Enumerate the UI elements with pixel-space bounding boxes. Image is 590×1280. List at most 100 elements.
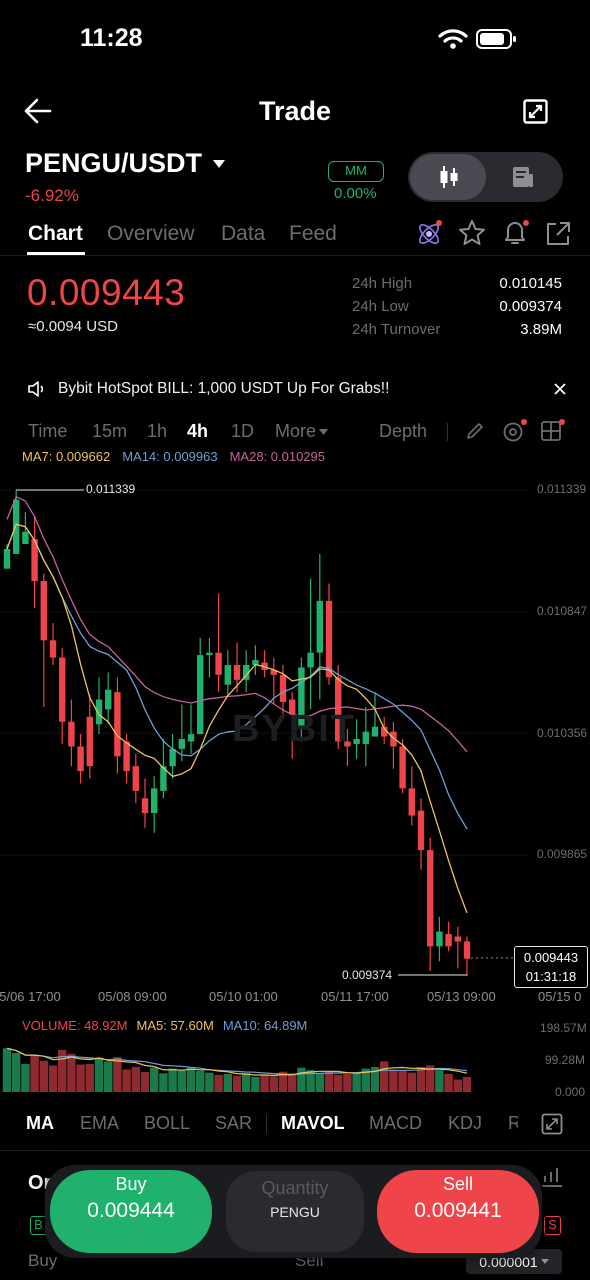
volume-bar-47 xyxy=(435,1070,444,1092)
mm-badge[interactable]: MM xyxy=(328,161,384,182)
volume-bar-29 xyxy=(269,1076,278,1092)
candle-body-46 xyxy=(427,850,434,947)
candle-body-20 xyxy=(187,734,195,742)
volume-bar-12 xyxy=(113,1057,122,1092)
sell-button[interactable]: Sell 0.009441 xyxy=(377,1170,539,1253)
volume-bar-36 xyxy=(334,1074,343,1092)
volume-bar-35 xyxy=(324,1071,334,1092)
layout-grid-icon[interactable] xyxy=(540,418,566,444)
status-time: 11:28 xyxy=(80,24,143,52)
volume-bar-0 xyxy=(2,1048,12,1092)
volume-bar-32 xyxy=(297,1067,306,1092)
volume-bar-1 xyxy=(12,1052,21,1092)
expand-icon[interactable] xyxy=(541,1113,563,1135)
fullscreen-icon[interactable] xyxy=(523,99,548,124)
volume-bar-19 xyxy=(177,1069,186,1092)
chevron-down-icon xyxy=(213,159,226,168)
indicator-divider-line xyxy=(0,1150,590,1151)
depth-button[interactable]: Depth xyxy=(379,421,427,442)
candle-view-button[interactable] xyxy=(410,154,486,200)
candle-body-47 xyxy=(436,931,443,947)
indicator-mavol[interactable]: MAVOL xyxy=(281,1113,345,1134)
sell-ratio-badge: S xyxy=(544,1216,561,1235)
quantity-unit: PENGU xyxy=(270,1204,320,1220)
candle-body-7 xyxy=(68,721,75,747)
close-icon[interactable] xyxy=(554,383,566,395)
last-price: 0.009443 xyxy=(27,272,186,313)
interval-15m[interactable]: 15m xyxy=(92,421,127,442)
stat-turnover-label: 24h Turnover xyxy=(352,321,441,338)
tab-overview[interactable]: Overview xyxy=(107,222,195,246)
bell-icon[interactable] xyxy=(501,219,531,247)
candle-body-2 xyxy=(22,531,29,545)
ai-sparkle-icon[interactable] xyxy=(414,219,444,249)
volume-bar-13 xyxy=(122,1069,131,1092)
current-price-tag[interactable]: 0.009443 01:31:18 xyxy=(514,946,588,988)
tab-feed[interactable]: Feed xyxy=(289,222,337,246)
volume-bar-26 xyxy=(242,1073,251,1092)
candle-body-14 xyxy=(132,766,139,791)
volume-bar-24 xyxy=(223,1073,232,1092)
indicator-r[interactable]: R xyxy=(508,1113,518,1134)
sell-button-label: Sell xyxy=(442,1174,473,1194)
volume-bar-49 xyxy=(453,1079,462,1092)
announcement-bar[interactable]: Bybit HotSpot BILL: 1,000 USDT Up For Gr… xyxy=(0,370,590,408)
tab-data[interactable]: Data xyxy=(221,222,265,246)
indicator-divider xyxy=(266,1115,267,1133)
candle-body-18 xyxy=(169,748,176,767)
volume-bar-44 xyxy=(407,1072,416,1092)
indicator-macd[interactable]: MACD xyxy=(369,1113,422,1134)
volume-bar-27 xyxy=(251,1077,260,1092)
orderbook-view-icon[interactable] xyxy=(512,166,534,188)
candle-countdown: 01:31:18 xyxy=(525,969,577,984)
interval-more[interactable]: More xyxy=(275,421,329,442)
indicator-ema[interactable]: EMA xyxy=(80,1113,119,1134)
interval-time[interactable]: Time xyxy=(28,421,67,442)
volume-bar-28 xyxy=(260,1074,269,1092)
chart-watermark: BYBIT xyxy=(232,708,356,750)
candle-body-8 xyxy=(77,746,84,772)
price-chart[interactable]: BYBIT 0.011339 0.009374 0.011339 0.01084… xyxy=(0,470,590,1010)
pair-selector[interactable]: PENGU/USDT xyxy=(25,148,226,179)
volume-bar-10 xyxy=(94,1057,104,1092)
candle-body-25 xyxy=(233,664,241,680)
vol-y-label-0: 198.57M xyxy=(540,1021,587,1035)
tab-chart[interactable]: Chart xyxy=(28,222,83,246)
indicator-kdj[interactable]: KDJ xyxy=(448,1113,482,1134)
volume-bar-15 xyxy=(140,1072,150,1092)
interval-1d[interactable]: 1D xyxy=(231,421,254,442)
candle-body-50 xyxy=(463,941,471,959)
quantity-field[interactable]: Quantity PENGU xyxy=(226,1171,364,1252)
star-icon[interactable] xyxy=(458,219,486,247)
page-title: Trade xyxy=(258,96,332,126)
volume-bar-16 xyxy=(150,1067,159,1092)
candle-body-13 xyxy=(123,741,130,772)
candle-body-23 xyxy=(215,652,222,675)
chart-trend-icon[interactable] xyxy=(540,1166,564,1188)
draw-pencil-icon[interactable] xyxy=(465,421,485,441)
stat-high-value: 0.010145 xyxy=(499,275,562,292)
candle-body-9 xyxy=(86,716,93,767)
current-price-value: 0.009443 xyxy=(523,950,579,965)
volume-chart[interactable]: 198.57M 99.28M 0.000 xyxy=(0,1021,590,1100)
indicator-sar[interactable]: SAR xyxy=(215,1113,252,1134)
volume-bar-3 xyxy=(30,1055,39,1092)
indicator-boll[interactable]: BOLL xyxy=(144,1113,190,1134)
candle-body-43 xyxy=(399,746,406,789)
indicator-ma[interactable]: MA xyxy=(26,1113,54,1134)
indicator-settings-icon[interactable] xyxy=(502,418,528,444)
share-icon[interactable] xyxy=(545,221,571,247)
buy-button[interactable]: Buy 0.009444 xyxy=(50,1170,212,1253)
volume-bar-42 xyxy=(389,1069,398,1092)
view-toggle[interactable] xyxy=(408,152,563,202)
speaker-icon xyxy=(28,381,44,397)
volume-bar-41 xyxy=(380,1061,389,1092)
volume-bar-48 xyxy=(444,1073,453,1092)
stat-high-label: 24h High xyxy=(352,275,413,292)
candle-body-33 xyxy=(307,652,314,668)
tick-caret-icon xyxy=(540,1259,549,1264)
interval-4h[interactable]: 4h xyxy=(187,421,208,442)
volume-bar-4 xyxy=(39,1060,48,1092)
volume-bar-23 xyxy=(214,1074,223,1092)
interval-1h[interactable]: 1h xyxy=(147,421,167,442)
